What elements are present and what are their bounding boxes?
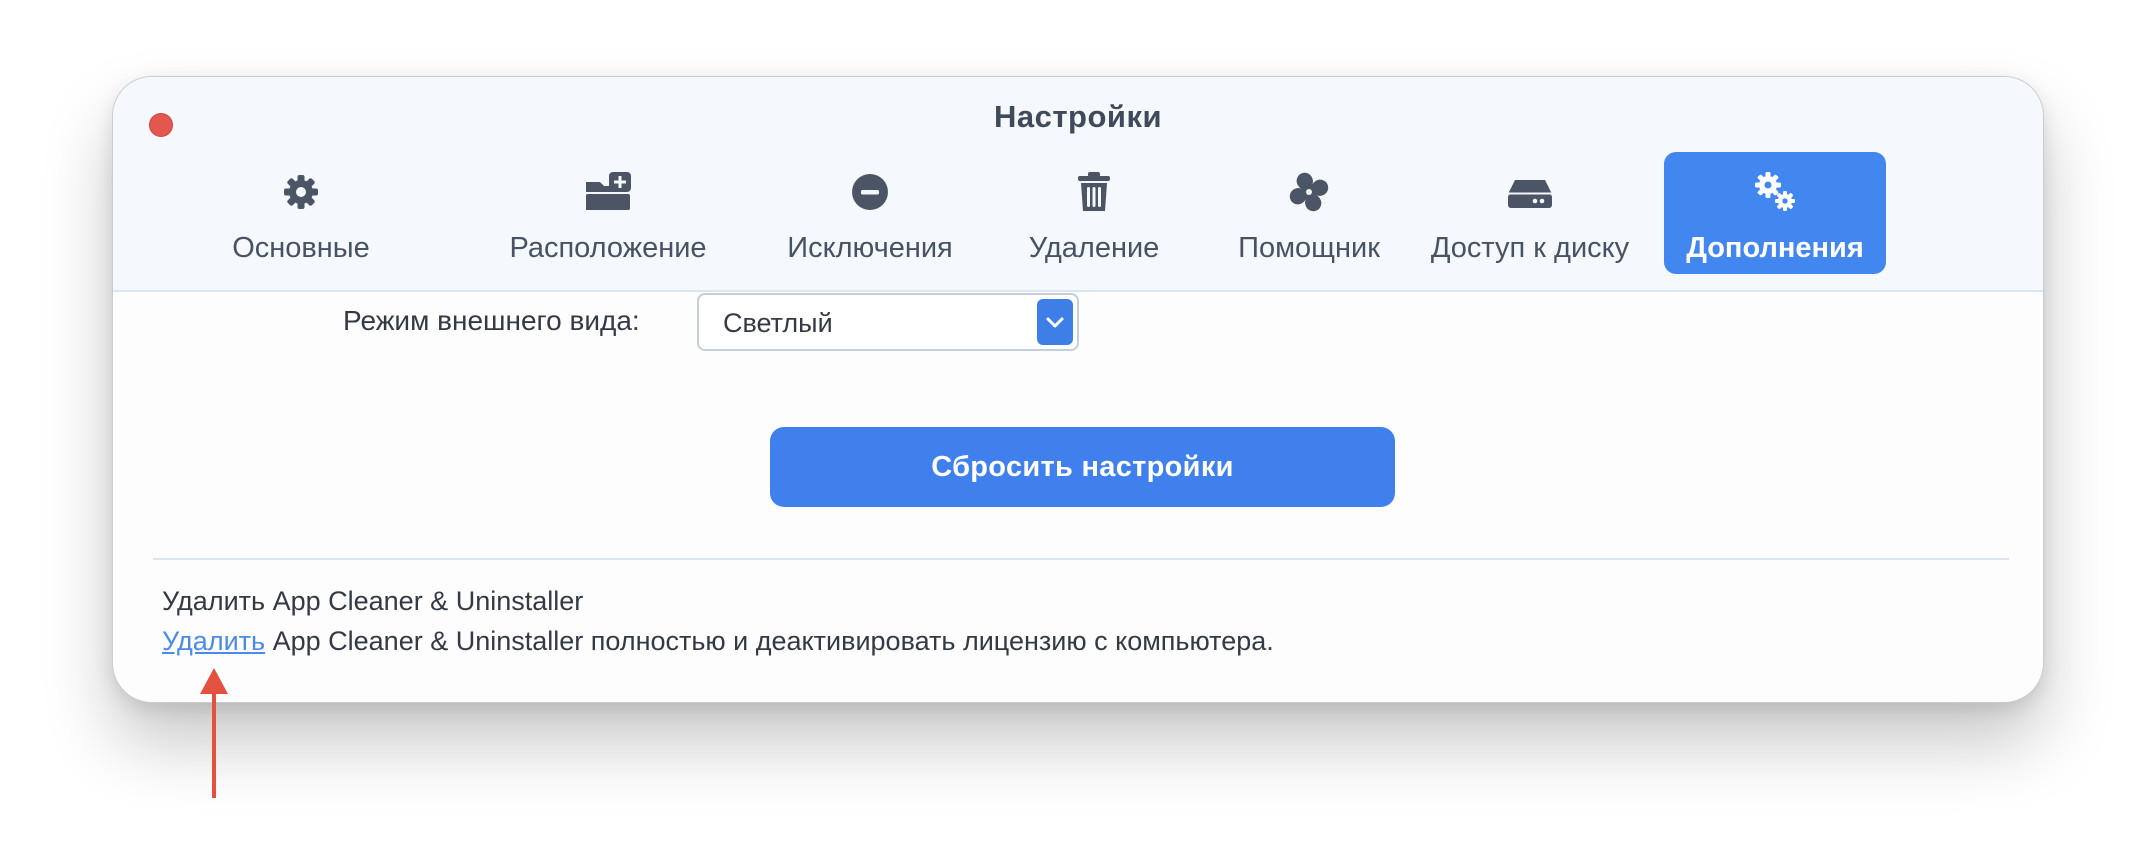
tab-label: Помощник [1238,232,1380,264]
toolbar: Настройки Основные Расположение Исключен… [113,77,2043,292]
trash-icon [1070,168,1118,216]
tab-assistant[interactable]: Помощник [1214,152,1404,274]
window-title: Настройки [993,99,1163,134]
uninstall-description: Удалить App Cleaner & Uninstaller полнос… [162,626,1274,657]
uninstall-description-text: App Cleaner & Uninstaller полностью и де… [272,626,1274,656]
divider [153,558,2009,560]
hard-drive-icon [1506,168,1554,216]
tab-label: Расположение [509,232,707,264]
tab-general[interactable]: Основные [226,152,376,274]
tab-label: Исключения [787,232,953,264]
minus-circle-icon [846,168,894,216]
tab-locations[interactable]: Расположение [499,152,717,274]
tab-label: Доступ к диску [1430,232,1630,264]
tab-label: Удаление [1028,232,1160,264]
appearance-mode-select[interactable]: Светлый [697,293,1079,351]
uninstall-link[interactable]: Удалить [162,626,265,656]
uninstall-title: Удалить App Cleaner & Uninstaller [162,586,584,616]
gears-icon [1751,168,1799,216]
pinwheel-icon [1285,168,1333,216]
tab-exclusions[interactable]: Исключения [766,152,974,274]
folder-add-icon [584,168,632,216]
reset-settings-button[interactable]: Сбросить настройки [770,427,1395,507]
tab-label: Основные [232,232,370,264]
tab-disk-access[interactable]: Доступ к диску [1413,152,1647,274]
tab-extras[interactable]: Дополнения [1664,152,1886,274]
appearance-mode-label: Режим внешнего вида: [343,305,640,336]
tab-label: Дополнения [1686,232,1864,264]
appearance-mode-value: Светлый [723,308,833,338]
tab-removal[interactable]: Удаление [1004,152,1184,274]
settings-window: Настройки Основные Расположение Исключен… [112,76,2044,703]
gear-icon [277,168,325,216]
chevron-down-icon[interactable] [1037,299,1073,345]
